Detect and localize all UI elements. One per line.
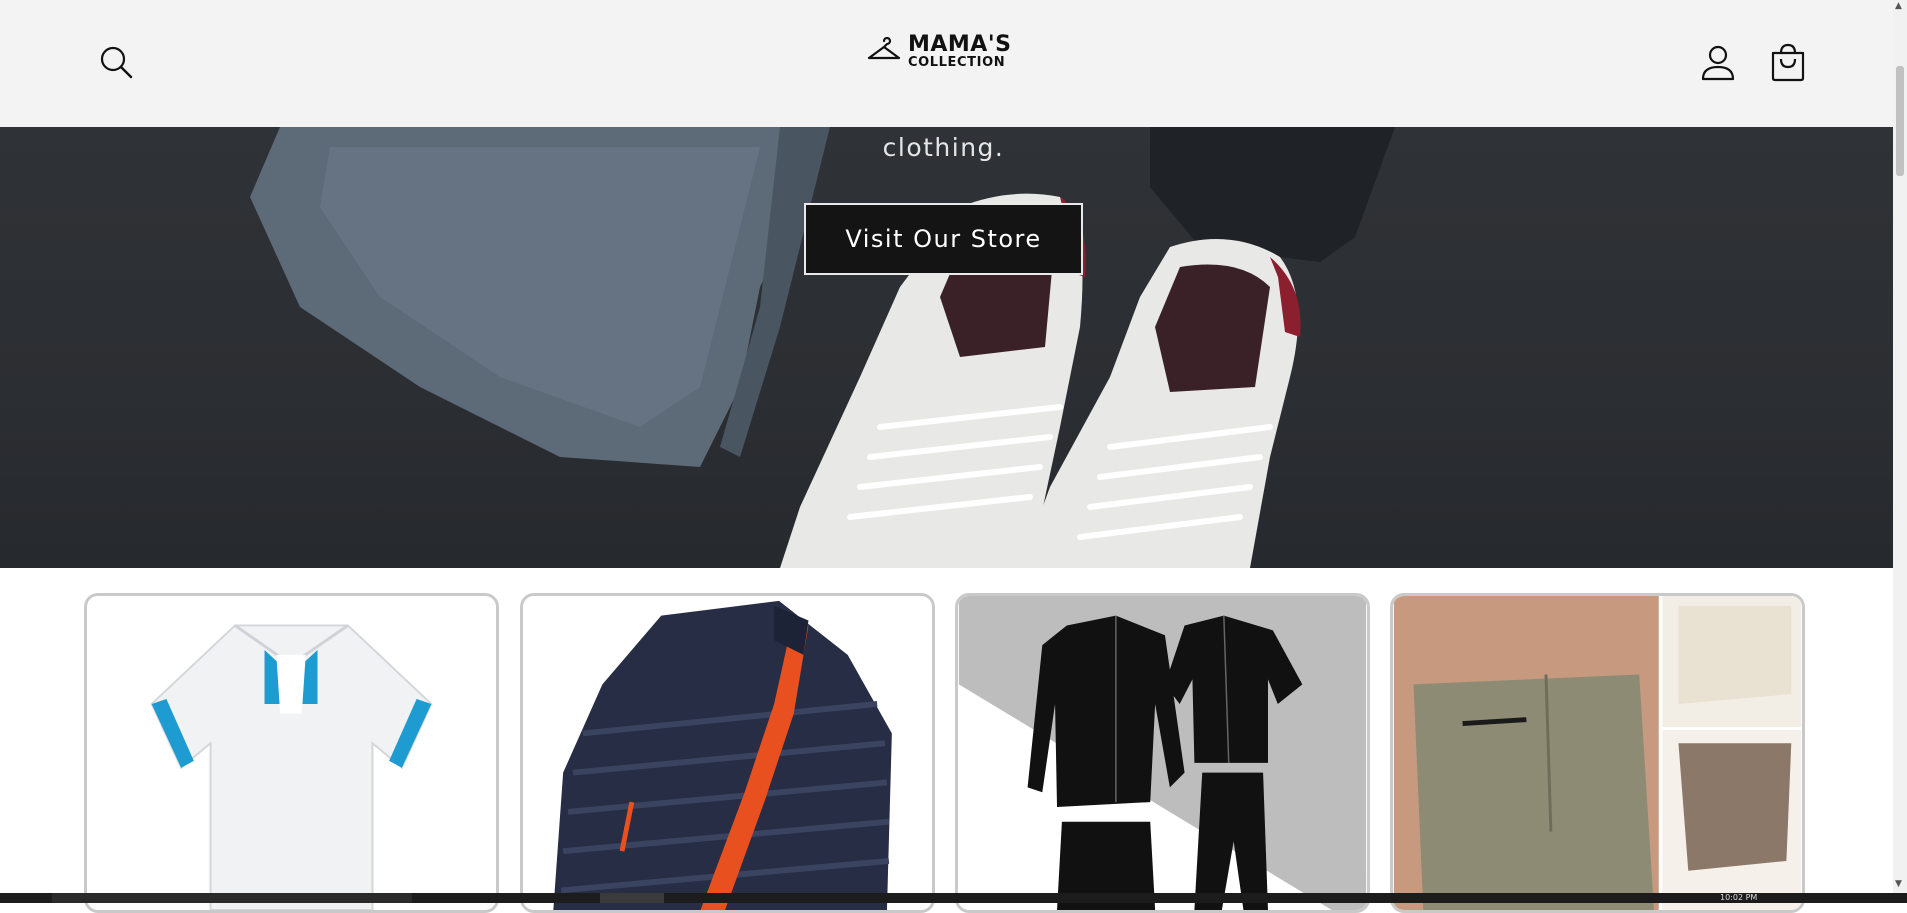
polo-shirt-image [87,596,496,910]
scroll-up-arrow-icon[interactable]: ▲ [1895,2,1902,11]
hero-background-image [250,127,1395,568]
brand-line-2: COLLECTION [908,54,1006,70]
sportswear-set-image [958,596,1367,910]
cargo-shorts-image [1393,596,1802,910]
search-button[interactable] [98,44,136,82]
scroll-down-arrow-icon[interactable]: ▼ [1895,880,1902,889]
hero-banner: clothing. Visit Our Store [0,127,1893,568]
collection-card-shorts[interactable] [1390,593,1805,913]
visit-store-button[interactable]: Visit Our Store [804,203,1083,275]
taskbar-clock: 10:02 PM [1720,893,1758,902]
site-header: MAMA'S COLLECTION [0,0,1893,127]
collection-card-polo[interactable] [84,593,499,913]
taskbar-active-app[interactable] [600,893,664,903]
account-button[interactable] [1699,43,1737,83]
collection-card-sportswear[interactable] [955,593,1370,913]
scrollbar-thumb[interactable] [1896,66,1904,176]
brand-logo[interactable]: MAMA'S COLLECTION [866,30,1016,72]
cart-icon [1771,43,1805,82]
puffer-jacket-image [523,596,932,910]
brand-line-1: MAMA'S [908,31,1012,57]
hanger-icon [867,37,901,60]
collection-card-jacket[interactable] [520,593,935,913]
cart-button[interactable] [1768,43,1808,83]
page-scrollbar[interactable]: ▲ ▼ [1893,0,1907,893]
collection-grid [0,568,1893,913]
hero-subtitle: clothing. [882,133,1005,162]
taskbar-search-area[interactable] [52,893,412,903]
search-icon [100,46,133,79]
brand-wordmark: MAMA'S COLLECTION [908,31,1012,70]
os-taskbar: 10:02 PM [0,893,1907,903]
account-icon [1701,45,1735,81]
